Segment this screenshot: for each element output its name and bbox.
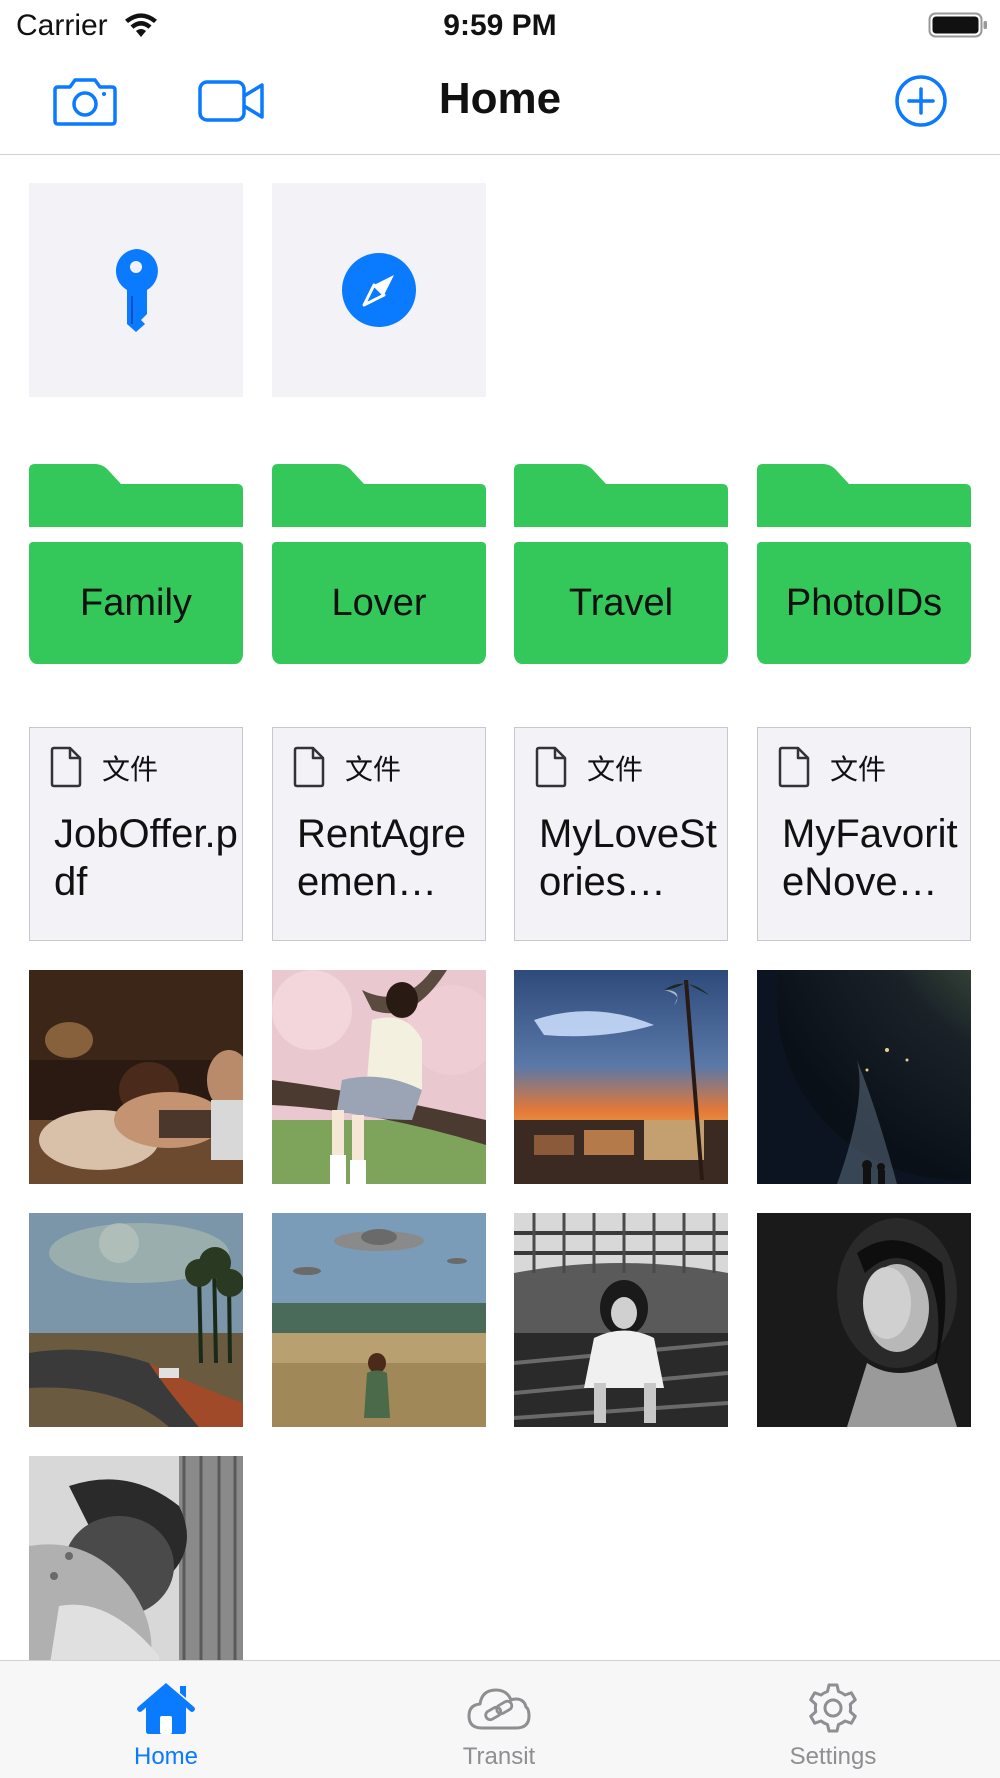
folder-photoids[interactable]: PhotoIDs — [757, 464, 971, 664]
photo-thumbnail[interactable] — [757, 970, 971, 1184]
document-icon — [293, 746, 325, 788]
photo-image — [29, 970, 243, 1184]
photo-image — [514, 1213, 728, 1427]
photo-image — [757, 1213, 971, 1427]
photo-thumbnail[interactable] — [29, 1456, 243, 1660]
tab-label: Settings — [789, 1743, 877, 1770]
document-icon — [778, 746, 810, 788]
file-type-label: 文件 — [830, 753, 887, 786]
file-name: MyLoveStories… — [539, 812, 717, 904]
photo-image — [514, 970, 728, 1184]
plus-circle-icon — [895, 75, 947, 127]
photo-image — [272, 1213, 486, 1427]
tab-label: Transit — [462, 1743, 536, 1770]
house-icon — [137, 1683, 195, 1734]
file-type-label: 文件 — [102, 753, 159, 786]
folder-icon — [272, 464, 486, 527]
document-icon — [50, 746, 82, 788]
file-type-label: 文件 — [587, 753, 644, 786]
gear-icon — [809, 1683, 857, 1733]
folder-label: Family — [80, 582, 192, 624]
file-name: MyFavoriteNove… — [782, 812, 958, 904]
photo-image — [29, 1456, 243, 1660]
folder-icon — [514, 464, 728, 527]
document-icon — [535, 746, 567, 788]
add-button[interactable] — [892, 72, 950, 130]
folder-label: Travel — [568, 582, 674, 624]
navigation-bar: Home — [0, 50, 1000, 155]
file-tile[interactable]: 文件 JobOffer.pdf — [29, 727, 243, 941]
folder-icon — [757, 464, 971, 527]
photo-thumbnail[interactable] — [29, 970, 243, 1184]
photo-image — [757, 970, 971, 1184]
tab-transit[interactable]: Transit — [399, 1661, 599, 1778]
photo-thumbnail[interactable] — [514, 970, 728, 1184]
file-name: RentAgreemen… — [297, 812, 466, 904]
tab-bar: Home Transit Settings — [0, 1660, 1000, 1778]
status-time: 9:59 PM — [443, 9, 557, 42]
tab-home[interactable]: Home — [66, 1661, 266, 1778]
file-tile[interactable]: 文件 MyFavoriteNove… — [757, 727, 971, 941]
key-icon — [115, 249, 158, 332]
photo-image — [272, 970, 486, 1184]
passwords-tile[interactable] — [29, 183, 243, 397]
folder-label: Lover — [331, 582, 427, 624]
photo-image — [29, 1213, 243, 1427]
photo-thumbnail[interactable] — [514, 1213, 728, 1427]
photo-thumbnail[interactable] — [757, 1213, 971, 1427]
folder-lover[interactable]: Lover — [272, 464, 486, 664]
folder-family[interactable]: Family — [29, 464, 243, 664]
photo-thumbnail[interactable] — [272, 970, 486, 1184]
battery-icon — [928, 12, 987, 38]
file-name: JobOffer.pdf — [54, 812, 238, 904]
tab-settings[interactable]: Settings — [733, 1661, 933, 1778]
status-bar: Carrier 9:59 PM — [0, 0, 1000, 50]
folder-icon — [29, 464, 243, 527]
photo-thumbnail[interactable] — [272, 1213, 486, 1427]
cloud-link-icon — [467, 1688, 531, 1730]
tab-label: Home — [133, 1743, 199, 1770]
browser-tile[interactable] — [272, 183, 486, 397]
compass-icon — [342, 253, 416, 327]
file-type-label: 文件 — [345, 753, 402, 786]
photo-thumbnail[interactable] — [29, 1213, 243, 1427]
file-tile[interactable]: 文件 MyLoveStories… — [514, 727, 728, 941]
file-tile[interactable]: 文件 RentAgreemen… — [272, 727, 486, 941]
folder-travel[interactable]: Travel — [514, 464, 728, 664]
page-title: Home — [438, 74, 562, 123]
folder-label: PhotoIDs — [785, 582, 943, 624]
